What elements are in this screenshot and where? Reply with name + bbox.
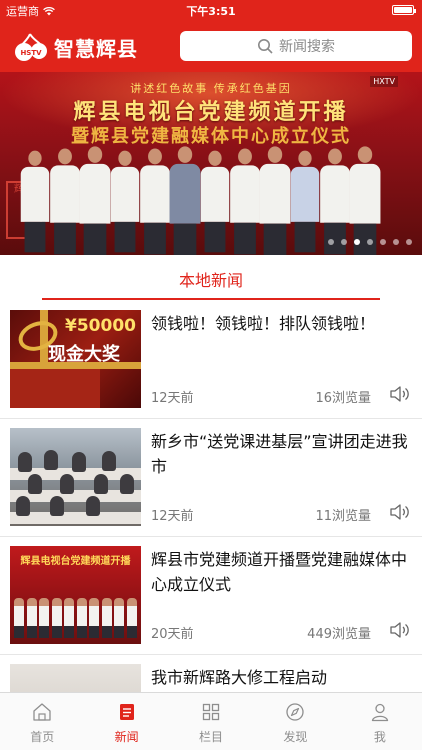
tab-me[interactable]: 我 [338,693,422,750]
status-bar: 运营商 下午3:51 [0,0,422,20]
news-thumbnail [10,664,141,692]
news-title: 领钱啦！领钱啦！排队领钱啦！ [151,314,376,333]
banner-person [140,148,170,255]
news-views: 11浏览量 [315,509,371,524]
news-time: 12天前 [151,509,194,524]
app-logo[interactable]: HSTV 智慧辉县 [14,30,138,64]
thumb-prize-text: 现金大奖 [48,344,120,365]
section-header: 本地新闻 [0,255,422,301]
news-views: 16浏览量 [315,391,371,406]
compass-icon [286,703,305,721]
banner-person [230,148,260,255]
news-meta: 12天前 11浏览量 [151,502,411,524]
battery-icon [392,5,416,15]
carousel-dot[interactable] [341,239,347,245]
tab-label: 新闻 [114,730,139,744]
app-name: 智慧辉县 [54,36,138,61]
banner-person [259,146,291,255]
app-header: HSTV 智慧辉县 新闻搜索 [0,20,422,72]
news-list: ¥50000 现金大奖 领钱啦！领钱啦！排队领钱啦！ 12天前 16浏览量 新乡… [0,301,422,692]
news-time: 20天前 [151,627,194,642]
tab-bar: 首页 新闻 栏目 发现 我 [0,692,422,750]
banner-carousel[interactable]: HXTV 讲述红色故事 传承红色基因 辉县电视台党建频道开播 暨辉县党建融媒体中… [0,72,422,255]
search-placeholder: 新闻搜索 [279,39,335,55]
section-underline [42,298,380,300]
person-icon [371,703,388,722]
thumb-banner-text: 辉县电视台党建频道开播 [20,556,131,567]
carousel-dot[interactable] [380,239,386,245]
banner-photo-people [20,135,382,255]
news-thumbnail: 辉县电视台党建频道开播 [10,546,141,644]
banner-person [110,150,140,253]
banner-person [79,146,111,255]
tab-label: 发现 [283,730,308,744]
tab-home[interactable]: 首页 [0,693,84,750]
news-icon [119,704,134,720]
tab-discover[interactable]: 发现 [253,693,337,750]
carousel-dot[interactable] [406,239,412,245]
logo-text: HSTV [20,49,42,57]
search-box[interactable]: 新闻搜索 [180,31,412,61]
cherry-logo-icon: HSTV [15,33,47,61]
carousel-dots [328,239,412,245]
carousel-dot[interactable] [354,239,360,245]
news-meta: 20天前 449浏览量 [151,620,411,642]
banner-person [50,148,80,255]
tab-label: 我 [373,730,386,744]
thumb-prize-amount: ¥50000 [65,316,136,336]
grid-icon [202,703,220,721]
banner-person [200,150,230,253]
home-icon [33,703,51,721]
carousel-dot[interactable] [328,239,334,245]
tab-news[interactable]: 新闻 [84,693,168,750]
banner-person [169,146,201,255]
status-time: 下午3:51 [186,5,236,18]
tab-columns[interactable]: 栏目 [169,693,253,750]
section-title: 本地新闻 [178,271,243,290]
news-title: 我市新辉路大修工程启动 [151,668,328,687]
news-views: 449浏览量 [307,627,371,642]
speaker-icon[interactable] [389,502,411,522]
news-title: 新乡市“送党课进基层”宣讲团走进我市 [151,432,408,476]
speaker-icon[interactable] [389,384,411,404]
carousel-dot[interactable] [367,239,373,245]
tab-label: 首页 [30,730,55,744]
search-icon [258,39,273,54]
news-meta: 12天前 16浏览量 [151,384,411,406]
news-item[interactable]: 我市新辉路大修工程启动 [0,655,422,692]
banner-person [20,150,50,253]
news-time: 12天前 [151,391,194,406]
speaker-icon[interactable] [389,620,411,640]
news-item[interactable]: 辉县电视台党建频道开播 辉县市党建频道开播暨党建融媒体中心成立仪式 20天前 4… [0,537,422,655]
news-item[interactable]: 新乡市“送党课进基层”宣讲团走进我市 12天前 11浏览量 [0,419,422,537]
news-title: 辉县市党建频道开播暨党建融媒体中心成立仪式 [151,550,408,594]
tab-label: 栏目 [199,730,224,744]
banner-person [290,150,320,253]
carousel-dot[interactable] [393,239,399,245]
news-thumbnail: ¥50000 现金大奖 [10,310,141,408]
news-item[interactable]: ¥50000 现金大奖 领钱啦！领钱啦！排队领钱啦！ 12天前 16浏览量 [0,301,422,419]
news-thumbnail [10,428,141,526]
